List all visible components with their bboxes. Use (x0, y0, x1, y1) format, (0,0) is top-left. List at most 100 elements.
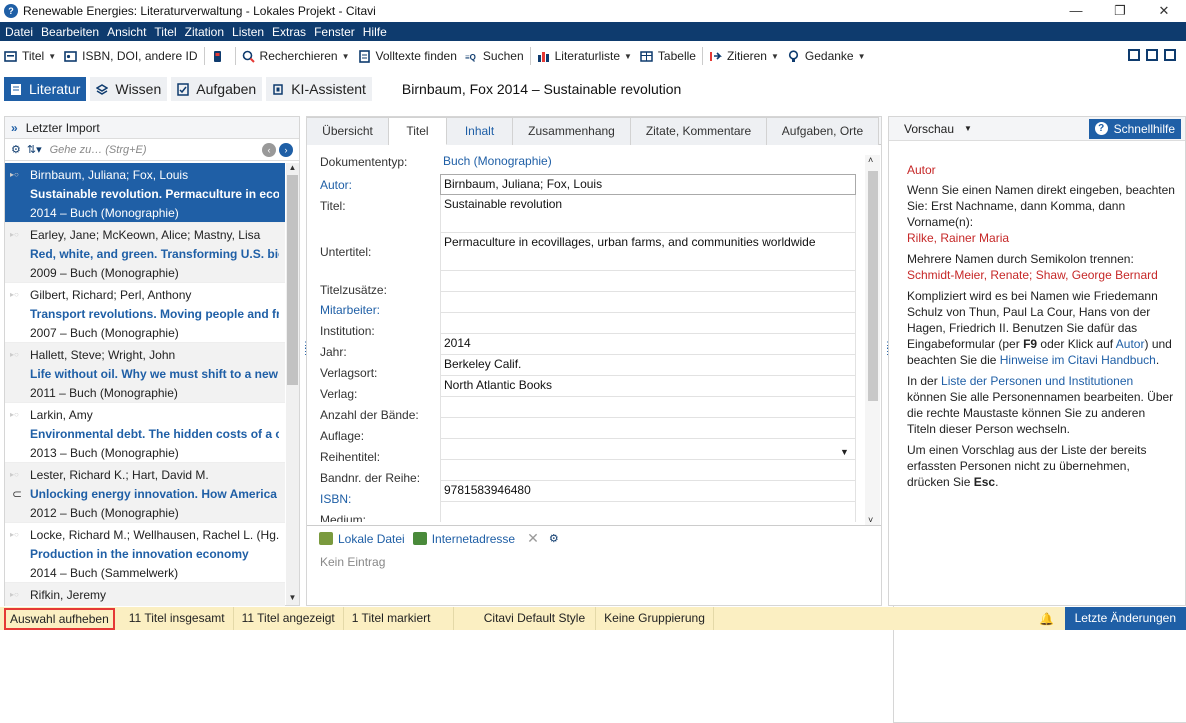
list-item[interactable]: ▸○ Rifkin, Jeremy (5, 583, 285, 606)
suchen-button[interactable]: ≡Q Suchen (461, 45, 528, 67)
quickhelp-button[interactable]: ? Schnellhilfe (1088, 118, 1181, 139)
mitarbeiter-field[interactable] (440, 292, 856, 313)
menu-zitation[interactable]: Zitation (180, 25, 227, 39)
preview-dropdown[interactable]: Vorschau (904, 122, 954, 136)
titelzusaetze-field[interactable] (440, 271, 856, 292)
list-item[interactable]: ▸○ Hallett, Steve; Wright, John Life wit… (5, 343, 285, 403)
tab-aufgaben-orte[interactable]: Aufgaben, Orte (767, 117, 879, 145)
untertitel-field[interactable]: Permaculture in ecovillages, urban farms… (440, 233, 856, 271)
list-item[interactable]: ▸○ ⊂ Lester, Richard K.; Hart, David M. … (5, 463, 285, 523)
tabelle-button[interactable]: Tabelle (636, 45, 700, 67)
isbn-field[interactable]: 9781583946480 (440, 481, 856, 502)
menu-bearbeiten[interactable]: Bearbeiten (36, 25, 102, 39)
list-item[interactable]: ▸○ Larkin, Amy Environmental debt. The h… (5, 403, 285, 463)
institution-field[interactable] (440, 313, 856, 334)
list-item[interactable]: ▸○ Earley, Jane; McKeown, Alice; Mastny,… (5, 223, 285, 283)
bandnr-field[interactable] (440, 460, 856, 481)
reference-list-scrollbar[interactable]: ▲ ▼ (286, 163, 299, 605)
medium-field[interactable] (440, 502, 856, 522)
autor-field[interactable]: Birnbaum, Juliana; Fox, Louis (440, 174, 856, 195)
list-item[interactable]: ▸○ Birnbaum, Juliana; Fox, Louis Sustain… (5, 163, 285, 223)
menu-ansicht[interactable]: Ansicht (102, 25, 149, 39)
gedanke-button[interactable]: Gedanke ▼ (783, 45, 870, 67)
menu-extras[interactable]: Extras (267, 25, 309, 39)
layout-two-panes-icon[interactable] (1146, 49, 1158, 61)
list-item[interactable]: ▸○ Locke, Richard M.; Wellhausen, Rachel… (5, 523, 285, 583)
scroll-up-icon[interactable]: ˄ (868, 155, 873, 165)
scroll-down-icon[interactable]: ˅ (868, 515, 873, 525)
reihentitel-field[interactable] (440, 439, 856, 460)
verlagsort-field[interactable]: Berkeley Calif. (440, 355, 856, 376)
bell-icon[interactable]: 🔔 (1029, 612, 1065, 626)
add-url-icon[interactable] (412, 532, 427, 545)
back-icon[interactable]: ‹ (262, 142, 276, 157)
help-link-autor[interactable]: Autor (1116, 337, 1145, 351)
tab-titel[interactable]: Titel (389, 117, 447, 145)
new-title-button[interactable]: Titel ▼ (0, 45, 60, 67)
scroll-down-icon[interactable]: ▼ (286, 593, 299, 605)
clear-selection-button[interactable]: Auswahl aufheben (4, 607, 115, 630)
field-label-isbn[interactable]: ISBN: (320, 492, 351, 506)
baende-field[interactable] (440, 397, 856, 418)
chevron-down-icon[interactable]: ▼ (858, 52, 866, 61)
titel-field[interactable]: Sustainable revolution (440, 195, 856, 233)
tab-aufgaben[interactable]: Aufgaben (171, 77, 263, 101)
isbn-import-button[interactable]: ISBN, DOI, andere ID (60, 45, 201, 67)
tab-wissen[interactable]: Wissen (90, 77, 168, 101)
menu-fenster[interactable]: Fenster (309, 25, 358, 39)
tab-literatur[interactable]: Literatur (4, 77, 87, 101)
volltexte-button[interactable]: Volltexte finden (354, 45, 461, 67)
location-settings-icon[interactable]: ⚙ (549, 532, 559, 545)
auflage-field[interactable] (440, 418, 856, 439)
chevron-down-icon[interactable]: ▼ (771, 52, 779, 61)
layout-three-panes-icon[interactable] (1128, 49, 1140, 61)
scrollbar-thumb[interactable] (868, 171, 878, 401)
menu-datei[interactable]: Datei (0, 25, 36, 39)
chevron-down-icon[interactable]: ▼ (624, 52, 632, 61)
reihentitel-dropdown-icon[interactable]: ▼ (840, 447, 849, 457)
chevron-down-icon[interactable]: ▼ (964, 124, 972, 133)
chevron-down-icon[interactable]: ▼ (342, 52, 350, 61)
marked-count[interactable]: 1 Titel markiert (344, 607, 454, 630)
doctype-link[interactable]: Buch (Monographie) (443, 154, 552, 168)
minimize-button[interactable]: — (1054, 0, 1098, 22)
literaturliste-button[interactable]: Literaturliste ▼ (533, 45, 636, 67)
goto-input[interactable]: Gehe zu… (Strg+E) (50, 144, 147, 156)
expand-panel-icon[interactable]: » (11, 121, 18, 135)
scroll-up-icon[interactable]: ▲ (286, 163, 299, 175)
lokale-datei-link[interactable]: Lokale Datei (338, 532, 405, 546)
menu-listen[interactable]: Listen (227, 25, 267, 39)
chevron-down-icon[interactable]: ▼ (48, 52, 56, 61)
citation-style[interactable]: Citavi Default Style (454, 607, 597, 630)
picker-button[interactable] (207, 45, 233, 67)
internetadresse-link[interactable]: Internetadresse (432, 532, 515, 546)
help-link-personen[interactable]: Liste der Personen und Institutionen (941, 374, 1133, 388)
sort-icon[interactable]: ⇅▾ (27, 143, 42, 156)
menu-titel[interactable]: Titel (149, 25, 179, 39)
verlag-field[interactable]: North Atlantic Books (440, 376, 856, 397)
field-label-mitarbeiter[interactable]: Mitarbeiter: (320, 303, 380, 317)
zitieren-button[interactable]: Zitieren ▼ (705, 45, 783, 67)
gear-icon[interactable]: ⚙ (11, 143, 21, 156)
recent-changes-button[interactable]: Letzte Änderungen (1064, 607, 1186, 630)
close-button[interactable]: ✕ (1142, 0, 1186, 22)
layout-one-pane-icon[interactable] (1164, 49, 1176, 61)
help-link-handbuch[interactable]: Hinweise im Citavi Handbuch (1000, 353, 1156, 367)
grouping[interactable]: Keine Gruppierung (596, 607, 714, 630)
add-local-file-icon[interactable] (319, 532, 333, 545)
remove-location-icon[interactable]: ✕ (527, 530, 539, 547)
scrollbar-thumb[interactable] (287, 175, 298, 385)
recherchieren-button[interactable]: Recherchieren ▼ (238, 45, 354, 67)
tab-zusammenhang[interactable]: Zusammenhang (513, 117, 631, 145)
tab-ki-assistent[interactable]: KI-Assistent (266, 77, 372, 101)
list-item[interactable]: ▸○ Gilbert, Richard; Perl, Anthony Trans… (5, 283, 285, 343)
form-scrollbar[interactable]: ˄ ˅ (865, 155, 880, 525)
jahr-field[interactable]: 2014 (440, 334, 856, 355)
forward-icon[interactable]: › (279, 142, 293, 157)
field-label-autor[interactable]: Autor: (320, 178, 352, 192)
tab-zitate-kommentare[interactable]: Zitate, Kommentare (631, 117, 767, 145)
tab-uebersicht[interactable]: Übersicht (307, 117, 389, 145)
maximize-button[interactable]: ❐ (1098, 0, 1142, 22)
tab-inhalt[interactable]: Inhalt (447, 117, 513, 145)
menu-hilfe[interactable]: Hilfe (358, 25, 390, 39)
